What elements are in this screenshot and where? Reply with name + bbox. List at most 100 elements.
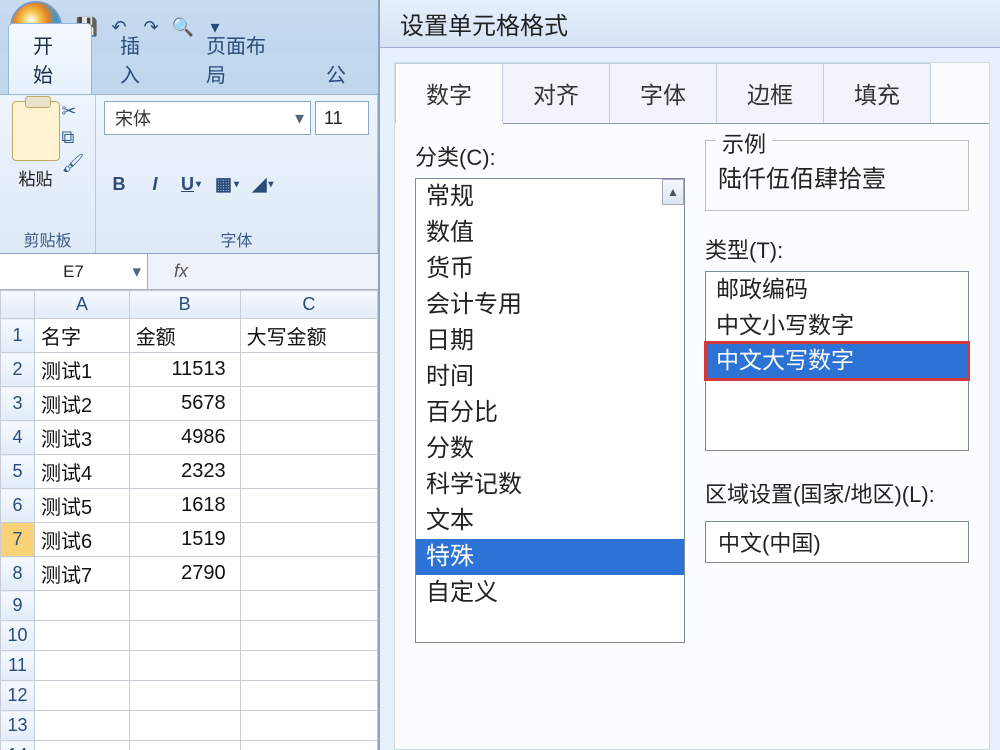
cell[interactable]: 5678 xyxy=(129,387,240,421)
cell[interactable] xyxy=(129,591,240,621)
row-header[interactable]: 4 xyxy=(1,421,35,455)
cell[interactable] xyxy=(129,741,240,750)
category-item[interactable]: 货币 xyxy=(416,251,684,287)
row-header[interactable]: 5 xyxy=(1,455,35,489)
cell[interactable] xyxy=(35,591,130,621)
name-box[interactable]: E7 xyxy=(0,254,148,289)
category-item[interactable]: 分数 xyxy=(416,431,684,467)
copy-icon[interactable]: ⧉ xyxy=(62,127,84,149)
cell[interactable] xyxy=(240,591,377,621)
ribbon-tab-layout[interactable]: 页面布局 xyxy=(182,24,298,94)
select-all-corner[interactable] xyxy=(1,291,35,319)
cell[interactable] xyxy=(129,651,240,681)
cell[interactable] xyxy=(35,741,130,750)
border-button[interactable]: ▦ xyxy=(212,169,242,199)
cell[interactable] xyxy=(240,353,377,387)
paste-icon[interactable] xyxy=(12,101,60,161)
locale-combo[interactable]: 中文(中国) xyxy=(705,521,969,563)
fx-icon[interactable]: fx xyxy=(148,261,206,282)
cell[interactable] xyxy=(240,651,377,681)
category-item[interactable]: 科学记数 xyxy=(416,467,684,503)
ribbon-tab-insert[interactable]: 插入 xyxy=(96,24,178,94)
category-listbox[interactable]: ▲ 常规 数值 货币 会计专用 日期 时间 百分比 分数 科学记数 文本 特殊 … xyxy=(415,178,685,643)
category-item[interactable]: 时间 xyxy=(416,359,684,395)
row-header[interactable]: 13 xyxy=(1,711,35,741)
cell[interactable] xyxy=(240,681,377,711)
cell[interactable]: 测试2 xyxy=(35,387,130,421)
cell[interactable]: 测试4 xyxy=(35,455,130,489)
tab-fill[interactable]: 填充 xyxy=(824,63,931,123)
underline-button[interactable]: U xyxy=(176,169,206,199)
font-size-combo[interactable]: 11 xyxy=(315,101,369,135)
category-item[interactable]: 数值 xyxy=(416,215,684,251)
row-header[interactable]: 6 xyxy=(1,489,35,523)
cell[interactable]: 测试1 xyxy=(35,353,130,387)
cell[interactable]: 2323 xyxy=(129,455,240,489)
italic-button[interactable]: I xyxy=(140,169,170,199)
type-item[interactable]: 中文小写数字 xyxy=(706,308,968,344)
cell[interactable] xyxy=(129,621,240,651)
cell[interactable] xyxy=(35,681,130,711)
col-header-b[interactable]: B xyxy=(129,291,240,319)
cell[interactable]: 4986 xyxy=(129,421,240,455)
cell[interactable]: 大写金额 xyxy=(240,319,377,353)
cell[interactable] xyxy=(35,651,130,681)
cell[interactable]: 名字 xyxy=(35,319,130,353)
format-painter-icon[interactable]: 🖌 xyxy=(62,153,84,175)
cell[interactable]: 金额 xyxy=(129,319,240,353)
cell[interactable] xyxy=(35,621,130,651)
row-header[interactable]: 2 xyxy=(1,353,35,387)
scroll-up-icon[interactable]: ▲ xyxy=(662,179,684,205)
row-header[interactable]: 12 xyxy=(1,681,35,711)
cell[interactable]: 11513 xyxy=(129,353,240,387)
font-name-combo[interactable]: 宋体 xyxy=(104,101,311,135)
cell[interactable]: 测试5 xyxy=(35,489,130,523)
type-item[interactable]: 邮政编码 xyxy=(706,272,968,308)
cell[interactable] xyxy=(129,681,240,711)
col-header-c[interactable]: C xyxy=(240,291,377,319)
row-header[interactable]: 8 xyxy=(1,557,35,591)
cell[interactable] xyxy=(240,421,377,455)
row-header[interactable]: 3 xyxy=(1,387,35,421)
cell[interactable] xyxy=(240,523,377,557)
cell[interactable] xyxy=(240,557,377,591)
cell[interactable] xyxy=(35,711,130,741)
row-header[interactable]: 10 xyxy=(1,621,35,651)
cell[interactable] xyxy=(240,489,377,523)
type-item-selected[interactable]: 中文大写数字 xyxy=(706,343,968,379)
category-item-selected[interactable]: 特殊 xyxy=(416,539,684,575)
cell[interactable] xyxy=(240,741,377,750)
row-header[interactable]: 1 xyxy=(1,319,35,353)
cut-icon[interactable]: ✂ xyxy=(62,101,84,123)
col-header-a[interactable]: A xyxy=(35,291,130,319)
cell[interactable]: 1519 xyxy=(129,523,240,557)
tab-border[interactable]: 边框 xyxy=(717,63,824,123)
fill-color-button[interactable]: ◢ xyxy=(248,169,278,199)
cell[interactable]: 测试6 xyxy=(35,523,130,557)
tab-align[interactable]: 对齐 xyxy=(503,63,610,123)
row-header[interactable]: 14 xyxy=(1,741,35,750)
cell[interactable] xyxy=(129,711,240,741)
tab-number[interactable]: 数字 xyxy=(395,63,503,124)
cell[interactable]: 测试3 xyxy=(35,421,130,455)
cell[interactable] xyxy=(240,455,377,489)
row-header[interactable]: 7 xyxy=(1,523,35,557)
cell[interactable] xyxy=(240,621,377,651)
row-header[interactable]: 9 xyxy=(1,591,35,621)
type-listbox[interactable]: 邮政编码 中文小写数字 中文大写数字 xyxy=(705,271,969,451)
cell[interactable]: 测试7 xyxy=(35,557,130,591)
cell[interactable] xyxy=(240,387,377,421)
category-item[interactable]: 常规 xyxy=(416,179,684,215)
category-item[interactable]: 日期 xyxy=(416,323,684,359)
cell[interactable]: 2790 xyxy=(129,557,240,591)
category-item[interactable]: 自定义 xyxy=(416,575,684,611)
row-header[interactable]: 11 xyxy=(1,651,35,681)
cell[interactable] xyxy=(240,711,377,741)
category-item[interactable]: 百分比 xyxy=(416,395,684,431)
category-item[interactable]: 会计专用 xyxy=(416,287,684,323)
ribbon-tab-other[interactable]: 公 xyxy=(302,53,370,94)
tab-font[interactable]: 字体 xyxy=(610,63,717,123)
worksheet-grid[interactable]: A B C 1 名字 金额 大写金额 2测试111513 3测试25678 4测… xyxy=(0,290,378,750)
ribbon-tab-home[interactable]: 开始 xyxy=(8,23,92,94)
cell[interactable]: 1618 xyxy=(129,489,240,523)
